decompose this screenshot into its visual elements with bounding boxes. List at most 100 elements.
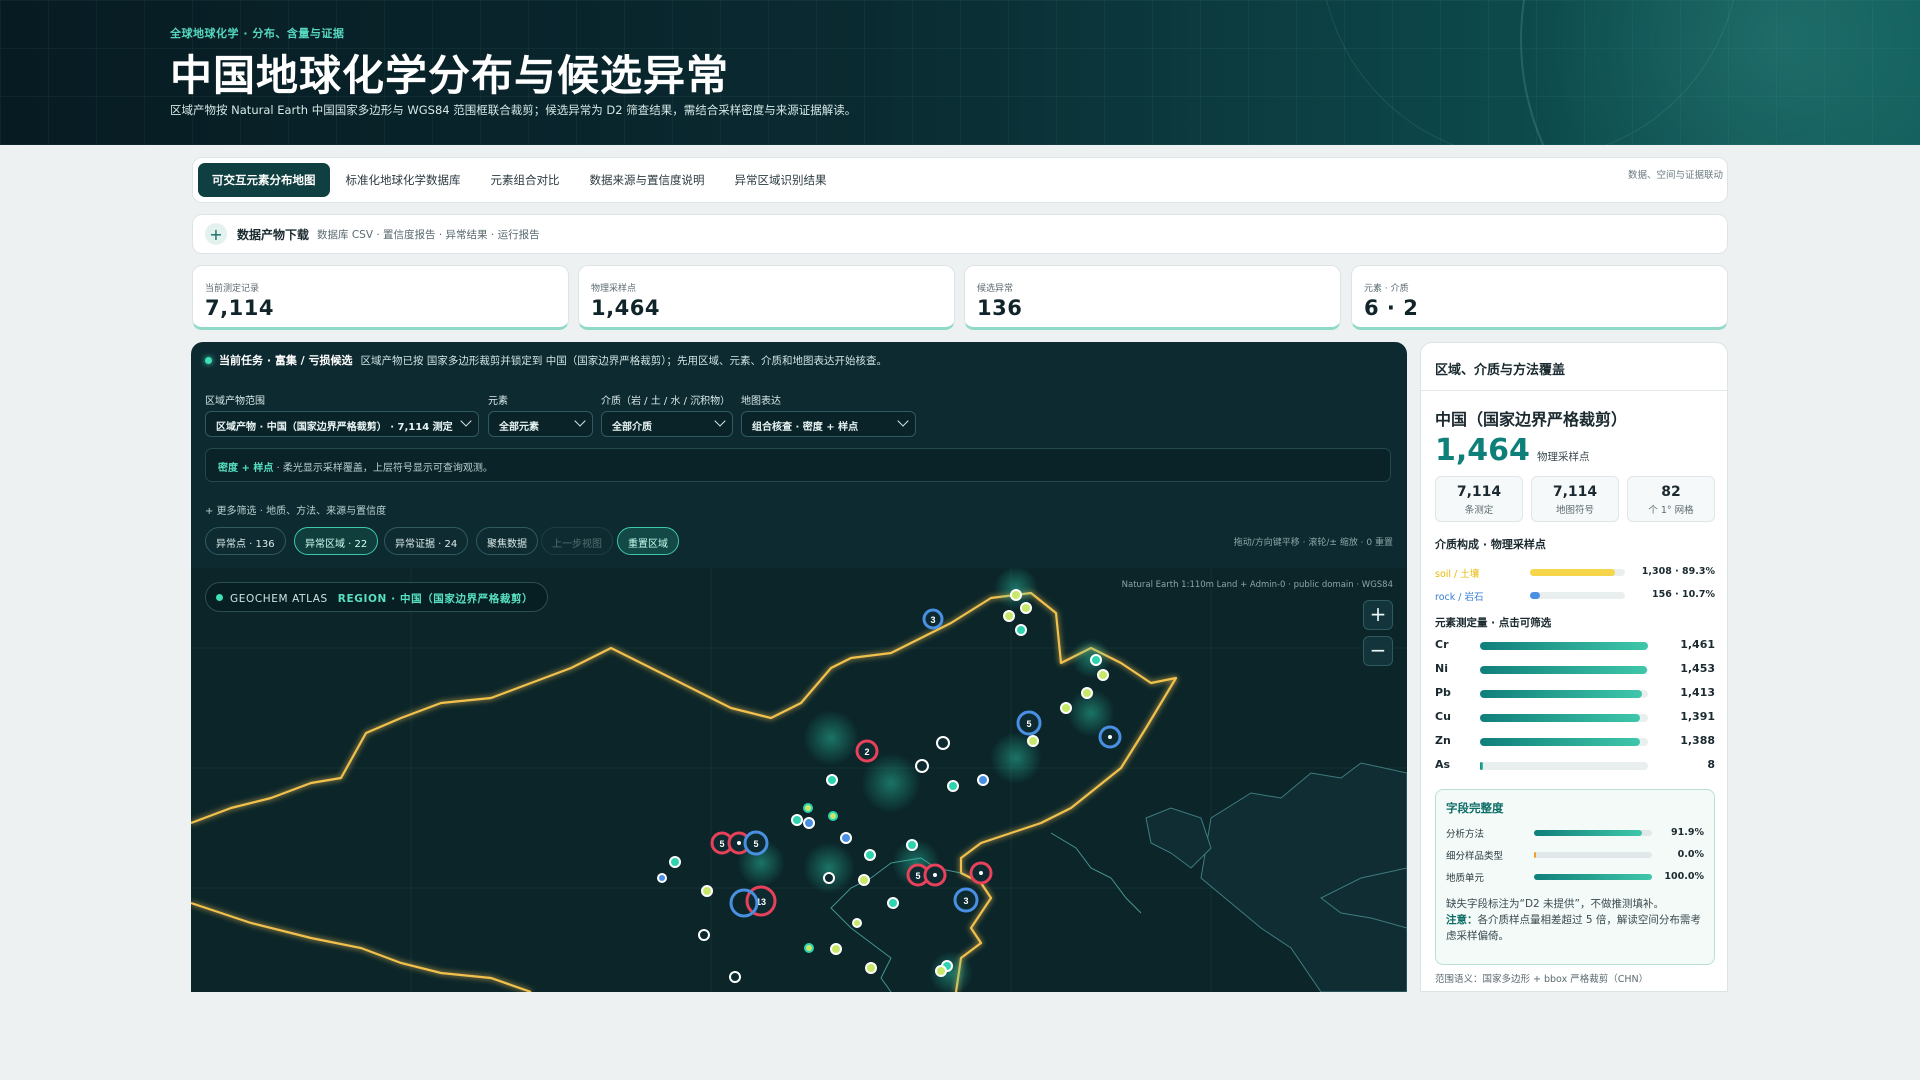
hero-kicker: 全球地球化学 · 分布、含量与证据 (170, 27, 345, 40)
media-bar-fill (1530, 569, 1615, 576)
map-canvas[interactable]: 3 5 2 5 5 13 5 3 GEOCHEM ATLAS REGION · … (191, 568, 1407, 992)
download-bar[interactable]: + 数据产物下载 数据库 CSV · 置信度报告 · 异常结果 · 运行报告 (192, 214, 1728, 254)
completeness-bar-track (1534, 874, 1652, 880)
cluster-badge-4[interactable]: 5 (710, 831, 751, 855)
mini-stat-value: 82 (1661, 484, 1681, 500)
tabs-caption: 数据、空间与证据联动 (1627, 170, 1723, 181)
cluster-badge-8[interactable]: 3 (953, 887, 979, 913)
element-filter-label: 元素 (488, 396, 508, 407)
stat-card-elements-media: 元素 · 介质 6 · 2 (1351, 265, 1728, 330)
completeness-row-sample-type: 细分样品类型 0.0% (1446, 848, 1704, 862)
element-select[interactable]: 全部元素 (488, 411, 593, 437)
cluster-badge-1[interactable]: 3 (922, 608, 944, 630)
cluster-badge-2[interactable]: 5 (1016, 710, 1042, 736)
scope-semantics: 范围语义：国家多边形 + bbox 严格裁剪（CHN） (1435, 974, 1649, 985)
note-sampling-bias: 各介质样点量相差超过 5 倍，解读空间分布需考虑采样偏倚。 (1446, 914, 1701, 942)
element-bar-track (1480, 642, 1648, 650)
field-completeness-card: 字段完整度 分析方法 91.9% 细分样品类型 0.0% 地质单元 100.0%… (1435, 789, 1715, 965)
completeness-value: 100.0% (1664, 871, 1704, 882)
map-help-text: 拖动/方向键平移 · 滚轮/± 缩放 · 0 重置 (1233, 538, 1393, 548)
cluster-badge-point[interactable] (1098, 725, 1122, 749)
completeness-bar-track (1534, 852, 1652, 858)
element-row-as[interactable]: As 8 (1435, 756, 1715, 774)
mini-stat-label: 个 1° 网格 (1648, 505, 1694, 516)
stat-card-records: 当前测定记录 7,114 (192, 265, 569, 330)
chevron-down-icon (897, 415, 909, 427)
stat-value: 136 (977, 296, 1023, 320)
mini-stat-measurements: 7,114 条测定 (1435, 476, 1523, 522)
medium-select[interactable]: 全部介质 (601, 411, 733, 437)
tab-element-compare[interactable]: 元素组合对比 (477, 163, 574, 197)
element-name: Ni (1435, 662, 1448, 675)
completeness-name: 地质单元 (1446, 873, 1485, 884)
element-row-zn[interactable]: Zn 1,388 (1435, 732, 1715, 750)
view-select[interactable]: 组合核查 · 密度 + 样点 (741, 411, 916, 437)
tab-interactive-map[interactable]: 可交互元素分布地图 (198, 163, 330, 197)
chip-reset-region[interactable]: 重置区域 (617, 527, 679, 555)
cluster-count: 3 (963, 896, 968, 906)
media-value: 1,308 · 89.3% (1641, 566, 1715, 577)
mini-stat-map-symbols: 7,114 地图符号 (1531, 476, 1619, 522)
element-bar-track (1480, 714, 1648, 722)
mini-stat-value: 7,114 (1456, 484, 1502, 500)
cluster-badge-6[interactable]: 13 (729, 885, 777, 918)
hero-banner: 全球地球化学 · 分布、含量与证据 中国地球化学分布与候选异常 区域产物按 Na… (0, 0, 1920, 145)
cluster-count: 5 (915, 871, 920, 881)
stat-label: 元素 · 介质 (1364, 284, 1409, 294)
element-name: As (1435, 758, 1451, 771)
cluster-badge-3[interactable]: 2 (855, 739, 879, 763)
cluster-count: 5 (753, 839, 758, 849)
more-filters-toggle[interactable]: + 更多筛选 · 地质、方法、来源与置信度 (205, 502, 386, 517)
element-row-cr[interactable]: Cr 1,461 (1435, 636, 1715, 654)
chevron-down-icon (714, 415, 726, 427)
stat-label: 当前测定记录 (205, 284, 260, 294)
status-dot-icon (216, 594, 223, 601)
region-sample-count: 1,464 (1435, 433, 1530, 468)
chip-previous-view[interactable]: 上一步视图 (541, 527, 613, 555)
element-row-pb[interactable]: Pb 1,413 (1435, 684, 1715, 702)
element-count: 8 (1707, 758, 1715, 771)
zoom-in-button[interactable]: + (1363, 600, 1393, 630)
media-row-soil[interactable]: soil / 土壤 1,308 · 89.3% (1435, 565, 1715, 580)
expand-plus-icon[interactable]: + (205, 223, 227, 245)
mini-stat-label: 条测定 (1464, 505, 1494, 516)
chip-anomaly-regions[interactable]: 异常区域 · 22 (294, 527, 379, 555)
cluster-badge-7[interactable]: 5 (906, 861, 993, 887)
note-missing-fields: 缺失字段标注为“D2 未提供”，不做推测填补。 (1446, 898, 1664, 910)
stat-value: 7,114 (205, 296, 274, 320)
tab-anomaly-results[interactable]: 异常区域识别结果 (721, 163, 841, 197)
media-name: soil / 土壤 (1435, 569, 1480, 580)
cluster-badge-5[interactable]: 5 (743, 830, 769, 856)
tab-database[interactable]: 标准化地球化学数据库 (332, 163, 475, 197)
chip-anomaly-evidence[interactable]: 异常证据 · 24 (384, 527, 469, 555)
task-description: 区域产物已按 国家多边形裁剪并锁定到 中国（国家边界严格裁剪）；先用区域、元素、… (360, 354, 887, 367)
tab-sources[interactable]: 数据来源与置信度说明 (576, 163, 719, 197)
completeness-title: 字段完整度 (1446, 801, 1504, 815)
media-section-title: 介质构成 · 物理采样点 (1435, 538, 1546, 551)
stat-value: 6 · 2 (1364, 296, 1419, 320)
region-filter-label: 区域产物范围 (205, 396, 265, 407)
region-select[interactable]: 区域产物 · 中国（国家边界严格裁剪） · 7,114 测定 (205, 411, 479, 437)
hint-strong: 密度 + 样点 (218, 463, 274, 474)
stat-value: 1,464 (591, 296, 660, 320)
element-bar-fill (1480, 666, 1648, 674)
zoom-out-button[interactable]: − (1363, 636, 1393, 666)
cluster-count: 2 (864, 747, 869, 757)
completeness-value: 0.0% (1677, 849, 1704, 860)
chip-anomaly-points[interactable]: 异常点 · 136 (205, 527, 286, 555)
element-bar-track (1480, 738, 1648, 746)
completeness-row-method: 分析方法 91.9% (1446, 826, 1704, 840)
element-row-ni[interactable]: Ni 1,453 (1435, 660, 1715, 678)
china-map-svg: 3 5 2 5 5 13 5 3 (191, 568, 1407, 992)
chip-focus-data[interactable]: 聚焦数据 (476, 527, 538, 555)
medium-filter-label: 介质（岩 / 土 / 水 / 沉积物） (601, 396, 731, 407)
mini-stat-grid-cells: 82 个 1° 网格 (1627, 476, 1715, 522)
element-bar-track (1480, 690, 1648, 698)
media-row-rock[interactable]: rock / 岩石 156 · 10.7% (1435, 588, 1715, 603)
completeness-note: 缺失字段标注为“D2 未提供”，不做推测填补。 注意：各介质样点量相差超过 5 … (1446, 896, 1706, 944)
elements-section-title: 元素测定量 · 点击可筛选 (1435, 617, 1552, 629)
element-row-cu[interactable]: Cu 1,391 (1435, 708, 1715, 726)
page-title: 中国地球化学分布与候选异常 (170, 51, 730, 100)
stat-label: 物理采样点 (591, 284, 637, 294)
cluster-count: 3 (930, 615, 935, 625)
